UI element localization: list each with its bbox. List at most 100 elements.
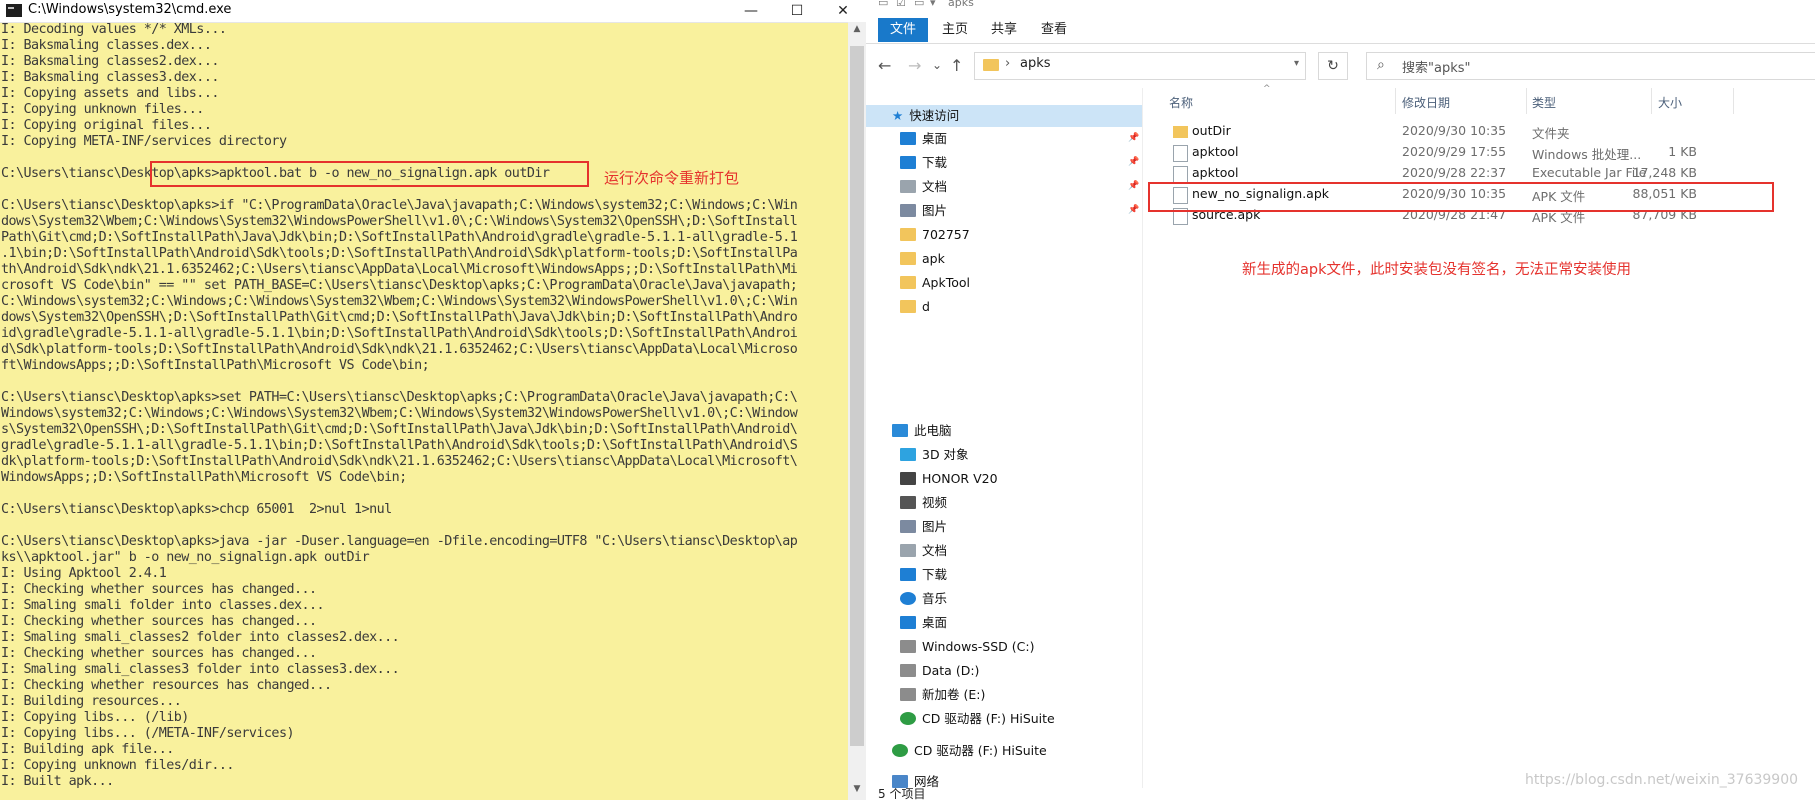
- nav-label: ApkTool: [922, 275, 971, 290]
- column-divider[interactable]: [1395, 88, 1396, 114]
- console-line: I: Copying assets and libs...: [1, 86, 219, 101]
- recent-locations-icon[interactable]: ⌄: [932, 58, 942, 72]
- tab-home[interactable]: 主页: [930, 18, 980, 42]
- back-arrow-icon[interactable]: ←: [878, 56, 891, 75]
- nav-pc-item[interactable]: 下载: [900, 564, 947, 586]
- console-line: I: Smaling smali_classes3 folder into cl…: [1, 662, 400, 677]
- nav-pc-item[interactable]: 新加卷 (E:): [900, 684, 985, 706]
- file-row[interactable]: apktool 2020/9/29 17:55 Windows 批处理... 1 KB: [1143, 142, 1783, 163]
- scrollbar-thumb[interactable]: [850, 46, 864, 746]
- nav-quick-item[interactable]: apk: [900, 248, 945, 270]
- search-input[interactable]: ⌕ 搜索"apks": [1366, 52, 1815, 80]
- nav-quick-item[interactable]: ApkTool: [900, 272, 970, 294]
- tab-share[interactable]: 共享: [979, 18, 1029, 42]
- file-type: Windows 批处理...: [1532, 147, 1642, 162]
- console-line: I: Built apk...: [1, 774, 114, 789]
- console-line: ks\\apktool.jar" b -o new_no_signalign.a…: [1, 550, 370, 565]
- drive-icon: [900, 688, 916, 701]
- nav-pc-item[interactable]: HONOR V20: [900, 468, 998, 490]
- computer-icon: [892, 424, 908, 437]
- nav-label: CD 驱动器 (F:) HiSuite: [914, 743, 1047, 758]
- nav-quick-item[interactable]: 下载: [900, 152, 947, 174]
- nav-pc-item[interactable]: 3D 对象: [900, 444, 969, 466]
- console-line: d\Sdk\platform-tools;D:\SoftInstallPath\…: [1, 342, 798, 357]
- cmd-title-bar[interactable]: C:\Windows\system32\cmd.exe — ☐ ✕: [0, 0, 866, 23]
- nav-quick-item[interactable]: 文档: [900, 176, 947, 198]
- column-divider[interactable]: [1651, 88, 1652, 114]
- file-name: apktool: [1192, 144, 1239, 159]
- column-header-date[interactable]: 修改日期: [1402, 94, 1450, 111]
- console-line: I: Copying original files...: [1, 118, 212, 133]
- nav-quick-item[interactable]: d: [900, 296, 930, 318]
- explorer-title: apks: [948, 0, 974, 9]
- cmd-console[interactable]: I: Decoding values */* XMLs... I: Baksmal…: [0, 22, 848, 800]
- nav-pc-item[interactable]: 视频: [900, 492, 947, 514]
- nav-pc-item[interactable]: Data (D:): [900, 660, 979, 682]
- nav-quick-item[interactable]: 图片: [900, 200, 947, 222]
- tab-view[interactable]: 查看: [1029, 18, 1079, 42]
- up-arrow-icon[interactable]: ↑: [950, 56, 963, 75]
- folder-icon: ▭: [914, 0, 925, 9]
- column-divider[interactable]: [1526, 88, 1527, 114]
- breadcrumb-apks[interactable]: apks: [1020, 56, 1051, 71]
- console-line: th\Android\Sdk\ndk\21.1.6352462;C:\Users…: [1, 262, 798, 277]
- column-divider[interactable]: [1733, 88, 1734, 114]
- nav-quick-item[interactable]: 桌面: [900, 128, 947, 150]
- file-type: Executable Jar File: [1532, 165, 1647, 180]
- console-line: gradle\gradle-5.1.1-all\gradle-5.1.1\bin…: [1, 438, 798, 453]
- console-line: C:\Windows\system32;C:\Windows;C:\Window…: [1, 294, 798, 309]
- pin-icon[interactable]: 📌: [1128, 157, 1139, 167]
- close-button[interactable]: ✕: [820, 0, 866, 22]
- nav-label: 视频: [922, 495, 948, 510]
- nav-pc-item[interactable]: CD 驱动器 (F:) HiSuite: [900, 708, 1055, 730]
- cmd-annotation-note: 运行次命令重新打包: [604, 169, 740, 187]
- console-line: .1\bin;D:\SoftInstallPath\Android\Sdk\to…: [1, 246, 798, 261]
- jar-file-icon: [1173, 166, 1188, 183]
- nav-this-pc[interactable]: 此电脑: [892, 420, 952, 442]
- nav-cd-drive[interactable]: CD 驱动器 (F:) HiSuite: [892, 740, 1047, 762]
- cmd-output-text: I: Decoding values */* XMLs... I: Baksmal…: [0, 22, 848, 790]
- console-line: I: Checking whether sources has changed.…: [1, 582, 317, 597]
- minimize-button[interactable]: —: [728, 0, 774, 22]
- pin-icon[interactable]: 📌: [1128, 181, 1139, 191]
- column-header-type[interactable]: 类型: [1532, 94, 1556, 111]
- customize-icon[interactable]: ▾: [930, 0, 936, 9]
- cd-drive-icon: [900, 712, 916, 725]
- column-header-size[interactable]: 大小: [1658, 94, 1682, 111]
- pin-icon[interactable]: 📌: [1128, 133, 1139, 143]
- file-row[interactable]: apktool 2020/9/28 22:37 Executable Jar Fil…: [1143, 163, 1783, 184]
- file-row[interactable]: outDir 2020/9/30 10:35 文件夹: [1143, 121, 1783, 142]
- console-line: I: Using Apktool 2.4.1: [1, 566, 167, 581]
- maximize-button[interactable]: ☐: [774, 0, 820, 22]
- folder-icon: [900, 252, 916, 265]
- nav-pc-item[interactable]: 文档: [900, 540, 947, 562]
- forward-arrow-icon[interactable]: →: [908, 56, 921, 75]
- nav-label: 音乐: [922, 591, 948, 606]
- status-bar-item-count: 5 个项目: [878, 787, 926, 801]
- drive-icon: [900, 664, 916, 677]
- nav-label: 下载: [922, 567, 948, 582]
- properties-icon[interactable]: ☑: [896, 0, 906, 9]
- cmd-scrollbar[interactable]: ▲ ▼: [848, 22, 866, 800]
- scroll-up-arrow-icon[interactable]: ▲: [848, 24, 866, 38]
- sort-ascending-icon: ^: [1263, 84, 1271, 94]
- console-line: Path\Git\cmd;D:\SoftInstallPath\Java\Jdk…: [1, 230, 798, 245]
- folder-icon: [900, 300, 916, 313]
- cd-drive-icon: [892, 744, 908, 757]
- address-bar[interactable]: › apks ▾: [974, 52, 1306, 80]
- scroll-down-arrow-icon[interactable]: ▼: [848, 784, 866, 798]
- nav-quick-item[interactable]: 702757: [900, 224, 970, 246]
- nav-pc-item[interactable]: Windows-SSD (C:): [900, 636, 1034, 658]
- nav-pc-item[interactable]: 音乐: [900, 588, 947, 610]
- nav-pc-item[interactable]: 图片: [900, 516, 947, 538]
- column-header-name[interactable]: 名称: [1169, 94, 1193, 111]
- nav-quick-access[interactable]: ★ 快速访问: [866, 105, 1142, 127]
- nav-pc-item[interactable]: 桌面: [900, 612, 947, 634]
- address-dropdown-icon[interactable]: ▾: [1294, 58, 1299, 69]
- refresh-button[interactable]: ↻: [1318, 52, 1348, 80]
- folder-icon: [900, 228, 916, 241]
- pin-icon[interactable]: 📌: [1128, 205, 1139, 215]
- tab-file[interactable]: 文件: [878, 18, 929, 42]
- download-icon: [900, 156, 916, 169]
